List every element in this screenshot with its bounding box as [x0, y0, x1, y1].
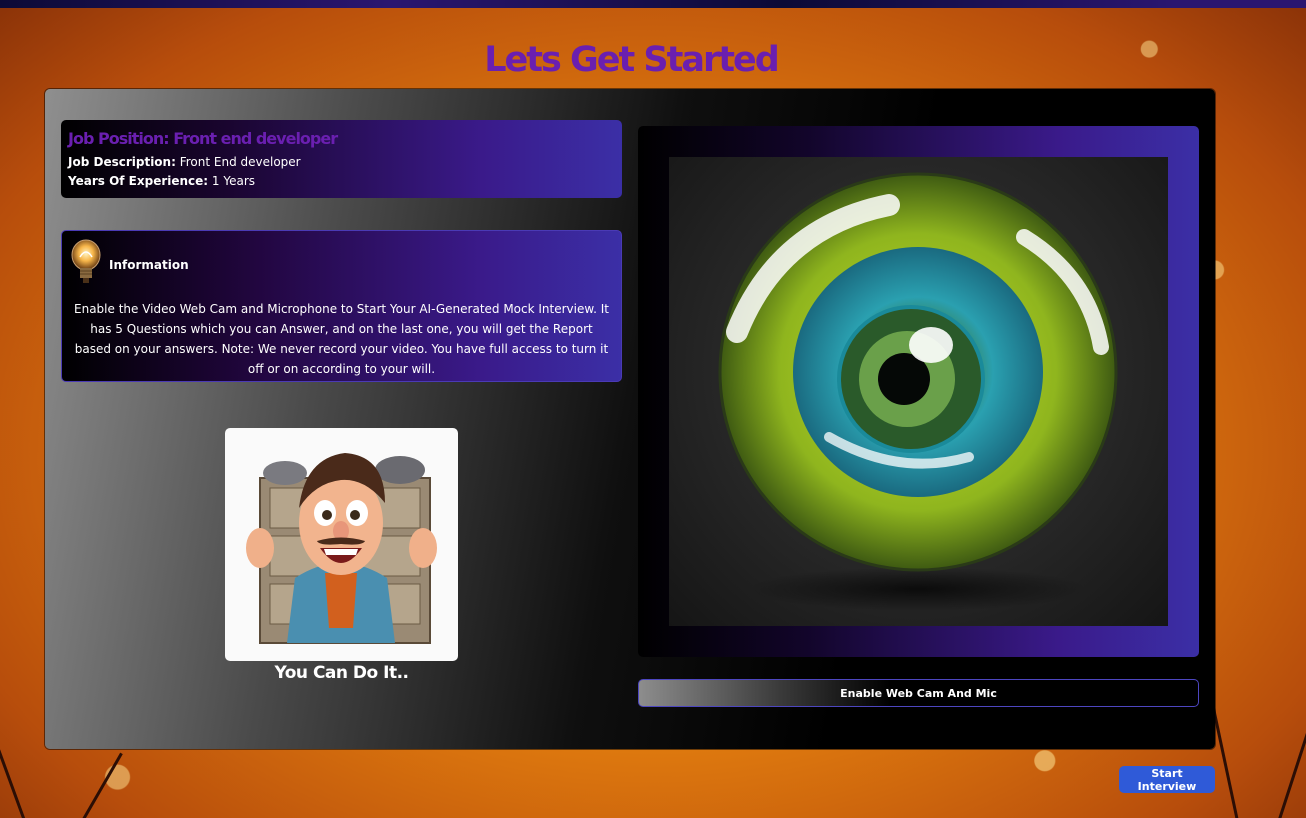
motivation-caption: You Can Do It..: [274, 663, 410, 683]
job-experience: Years Of Experience: 1 Years: [68, 172, 615, 191]
start-interview-button[interactable]: Start Interview: [1119, 766, 1215, 793]
job-details-card: Job Position: Front end developer Job De…: [61, 120, 622, 198]
page-title: Lets Get Started: [484, 40, 780, 80]
information-text: Enable the Video Web Cam and Microphone …: [74, 302, 609, 376]
job-position-label: Job Position:: [68, 129, 170, 148]
job-position-value: Front end developer: [173, 129, 338, 148]
information-card: Information Enable the Video Web Cam and…: [61, 230, 622, 382]
enable-webcam-button[interactable]: Enable Web Cam And Mic: [638, 679, 1199, 707]
lightbulb-icon: [70, 239, 102, 287]
job-description-label: Job Description:: [68, 155, 176, 169]
cartoon-image: [225, 428, 458, 661]
information-heading: Information: [109, 258, 189, 272]
job-description: Job Description: Front End developer: [68, 153, 615, 172]
job-description-value: Front End developer: [179, 155, 301, 169]
job-position: Job Position: Front end developer: [68, 129, 615, 148]
webcam-placeholder-image: [669, 157, 1168, 626]
job-experience-value: 1 Years: [211, 174, 256, 188]
top-strip: [0, 0, 1306, 8]
job-experience-label: Years Of Experience:: [68, 174, 209, 188]
